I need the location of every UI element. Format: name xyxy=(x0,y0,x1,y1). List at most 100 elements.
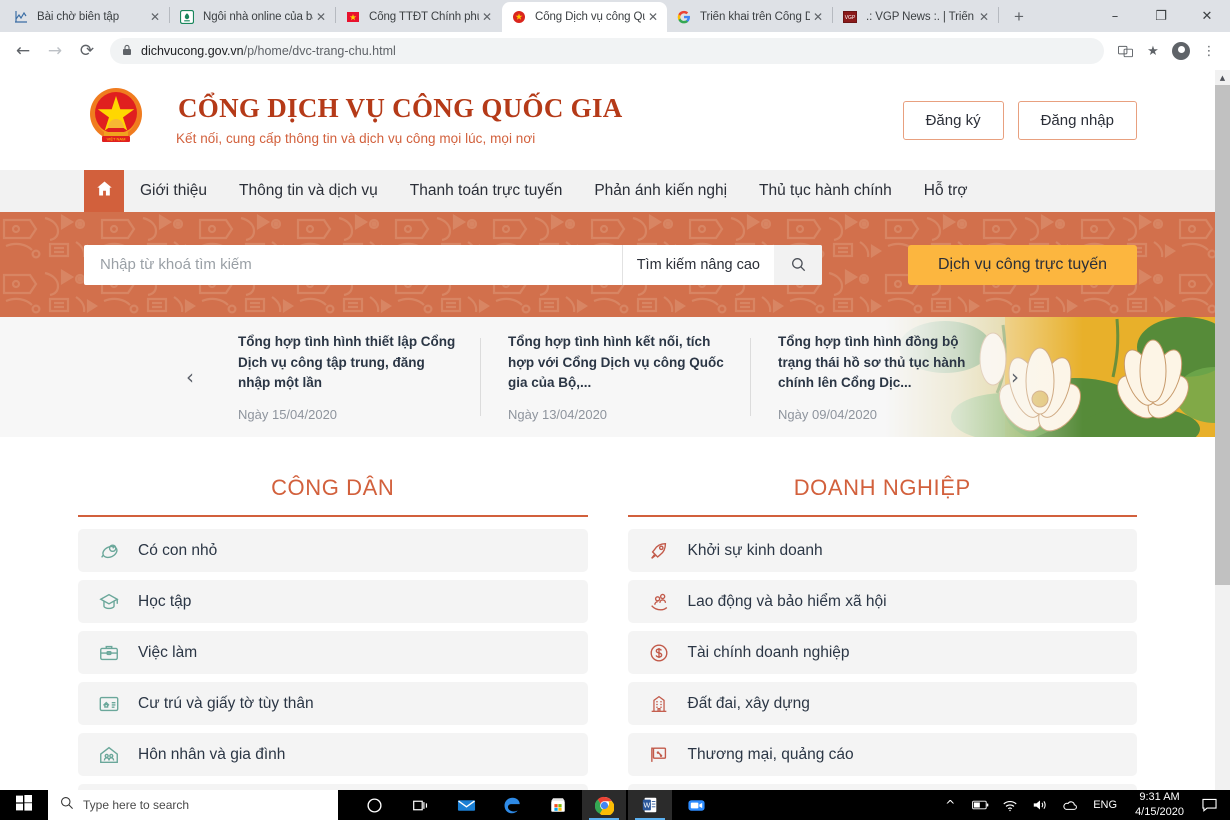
close-icon[interactable]: ✕ xyxy=(313,9,329,25)
scrollbar-thumb[interactable] xyxy=(1215,85,1230,585)
service-item-thuong-mai-quang-cao[interactable]: Thương mại, quảng cáo xyxy=(627,733,1137,776)
service-item-viec-lam[interactable]: Việc làm xyxy=(78,631,588,674)
nav-item-phan-anh-kien-nghi[interactable]: Phản ánh kiến nghị xyxy=(578,170,743,212)
minimize-icon[interactable]: – xyxy=(1092,0,1138,32)
wifi-icon[interactable] xyxy=(995,790,1025,820)
service-label: Cư trú và giấy tờ tùy thân xyxy=(138,694,314,712)
news-carousel: ‹ Tổng hợp tình hình thiết lập Cổng Dịch… xyxy=(0,317,1215,437)
bookmark-star-icon[interactable]: ★ xyxy=(1140,38,1166,64)
forward-icon[interactable]: → xyxy=(40,36,70,66)
service-item-co-con-nho[interactable]: Có con nhỏ xyxy=(78,529,588,572)
edge-icon[interactable] xyxy=(490,790,534,820)
id-card-icon xyxy=(96,693,122,715)
nav-item-gioi-thieu[interactable]: Giới thiệu xyxy=(124,170,223,212)
service-label: Khởi sự kinh doanh xyxy=(687,541,823,559)
tab-title: Triển khai trên Cổng DV xyxy=(700,11,810,23)
service-item-dat-dai-xay-dung[interactable]: Đất đai, xây dựng xyxy=(627,682,1137,725)
news-title: Tổng hợp tình hình đồng bộ trạng thái hồ… xyxy=(778,333,966,391)
close-icon[interactable]: ✕ xyxy=(147,9,163,25)
windows-taskbar: Type here to search W ^ ENG 9:31 AM 4/15… xyxy=(0,790,1230,820)
taskbar-search-placeholder: Type here to search xyxy=(83,798,190,812)
windows-icon xyxy=(16,794,32,816)
close-icon[interactable]: ✕ xyxy=(976,9,992,25)
graduation-cap-icon xyxy=(96,591,122,613)
word-icon[interactable]: W xyxy=(628,790,672,820)
close-icon[interactable]: ✕ xyxy=(479,9,495,25)
browser-tab[interactable]: Bài chờ biên tập ✕ xyxy=(4,2,169,32)
address-bar[interactable]: dichvucong.gov.vn/p/home/dvc-trang-chu.h… xyxy=(110,38,1104,64)
translate-icon[interactable] xyxy=(1112,38,1138,64)
nav-item-thong-tin-va-dich-vu[interactable]: Thông tin và dịch vụ xyxy=(223,170,394,212)
browser-tab[interactable]: Ngôi nhà online của bạ ✕ xyxy=(170,2,335,32)
service-columns: CÔNG DÂN Có con nhỏ Học tập Việc làm Cư … xyxy=(0,437,1215,784)
taskbar-search[interactable]: Type here to search xyxy=(48,790,338,820)
page-scrollbar[interactable]: ▲ xyxy=(1215,70,1230,790)
zoom-icon[interactable] xyxy=(674,790,718,820)
taskbar-clock[interactable]: 9:31 AM 4/15/2020 xyxy=(1125,790,1194,820)
chrome-menu-icon[interactable]: ⋮ xyxy=(1196,38,1222,64)
register-button[interactable]: Đăng ký xyxy=(902,100,1004,140)
service-label: Lao động và bảo hiểm xã hội xyxy=(687,592,887,610)
chrome-icon[interactable] xyxy=(582,790,626,820)
new-tab-button[interactable]: + xyxy=(1005,3,1033,31)
news-item[interactable]: Tổng hợp tình hình đồng bộ trạng thái hồ… xyxy=(750,332,1020,422)
reload-icon[interactable]: ⟳ xyxy=(72,36,102,66)
service-item-cu-tru-va-giay-to-tuy-than[interactable]: Cư trú và giấy tờ tùy thân xyxy=(78,682,588,725)
baby-icon xyxy=(96,540,122,562)
back-icon[interactable]: ← xyxy=(8,36,38,66)
nav-item-thu-tuc-hanh-chinh[interactable]: Thủ tục hành chính xyxy=(743,170,908,212)
system-tray: ^ ENG 9:31 AM 4/15/2020 xyxy=(935,790,1230,820)
mail-icon[interactable] xyxy=(444,790,488,820)
microsoft-store-icon[interactable] xyxy=(536,790,580,820)
login-button[interactable]: Đăng nhập xyxy=(1017,100,1137,140)
start-button[interactable] xyxy=(0,790,48,820)
scroll-up-icon[interactable]: ▲ xyxy=(1215,70,1230,85)
nav-item-ho-tro[interactable]: Hỗ trợ xyxy=(908,170,984,212)
svg-text:VIỆT NAM: VIỆT NAM xyxy=(107,137,126,142)
tab-separator xyxy=(998,7,999,23)
show-hidden-icons-button[interactable]: ^ xyxy=(935,790,965,820)
advanced-search-link[interactable]: Tìm kiếm nâng cao xyxy=(621,244,774,285)
browser-tab[interactable]: Triển khai trên Cổng DV ✕ xyxy=(667,2,832,32)
browser-tab[interactable]: VGP .: VGP News :. | Triển kh ✕ xyxy=(833,2,998,32)
battery-icon[interactable] xyxy=(965,790,995,820)
google-icon xyxy=(676,9,692,25)
service-label: Đất đai, xây dựng xyxy=(687,694,810,712)
online-public-service-button[interactable]: Dịch vụ công trực tuyến xyxy=(908,244,1138,285)
onedrive-icon[interactable] xyxy=(1055,790,1085,820)
close-icon[interactable]: ✕ xyxy=(645,9,661,25)
carousel-next-button[interactable]: › xyxy=(995,365,1035,389)
maximize-icon[interactable]: ❐ xyxy=(1138,0,1184,32)
service-item-tai-chinh-doanh-nghiep[interactable]: Tài chính doanh nghiệp xyxy=(627,631,1137,674)
briefcase-icon xyxy=(96,642,122,664)
notifications-icon[interactable] xyxy=(1194,790,1224,820)
service-label: Tài chính doanh nghiệp xyxy=(687,643,850,661)
nav-item-thanh-toan-truc-tuyen[interactable]: Thanh toán trực tuyến xyxy=(394,170,579,212)
vn-emblem-icon xyxy=(511,9,527,25)
browser-tab-active[interactable]: Cổng Dịch vụ công Quố ✕ xyxy=(502,2,667,32)
carousel-prev-button[interactable]: ‹ xyxy=(170,365,210,389)
search-icon[interactable] xyxy=(774,244,822,285)
service-item-lao-dong-va-bao-hiem-xa-hoi[interactable]: Lao động và bảo hiểm xã hội xyxy=(627,580,1137,623)
business-column: DOANH NGHIỆP Khởi sự kinh doanh Lao động… xyxy=(627,475,1137,784)
volume-icon[interactable] xyxy=(1025,790,1055,820)
browser-toolbar: ← → ⟳ dichvucong.gov.vn/p/home/dvc-trang… xyxy=(0,32,1230,70)
profile-avatar[interactable] xyxy=(1168,38,1194,64)
task-view-icon[interactable] xyxy=(398,790,442,820)
search-input[interactable] xyxy=(84,244,622,285)
cortana-icon[interactable] xyxy=(352,790,396,820)
browser-tab[interactable]: Cổng TTĐT Chính phủ ✕ xyxy=(336,2,501,32)
window-close-icon[interactable]: ✕ xyxy=(1184,0,1230,32)
language-indicator[interactable]: ENG xyxy=(1085,799,1125,811)
service-item-hon-nhan-va-gia-dinh[interactable]: Hôn nhân và gia đình xyxy=(78,733,588,776)
taskbar-apps: W xyxy=(352,790,718,820)
news-item[interactable]: Tổng hợp tình hình thiết lập Cổng Dịch v… xyxy=(210,332,480,423)
service-item-khoi-su-kinh-doanh[interactable]: Khởi sự kinh doanh xyxy=(627,529,1137,572)
nav-home-button[interactable] xyxy=(84,170,124,212)
service-label: Hôn nhân và gia đình xyxy=(138,745,286,763)
svg-text:VGP: VGP xyxy=(845,15,856,21)
close-icon[interactable]: ✕ xyxy=(810,9,826,25)
home-icon xyxy=(95,179,114,203)
service-item-hoc-tap[interactable]: Học tập xyxy=(78,580,588,623)
news-item[interactable]: Tổng hợp tình hình kết nối, tích hợp với… xyxy=(480,332,750,422)
